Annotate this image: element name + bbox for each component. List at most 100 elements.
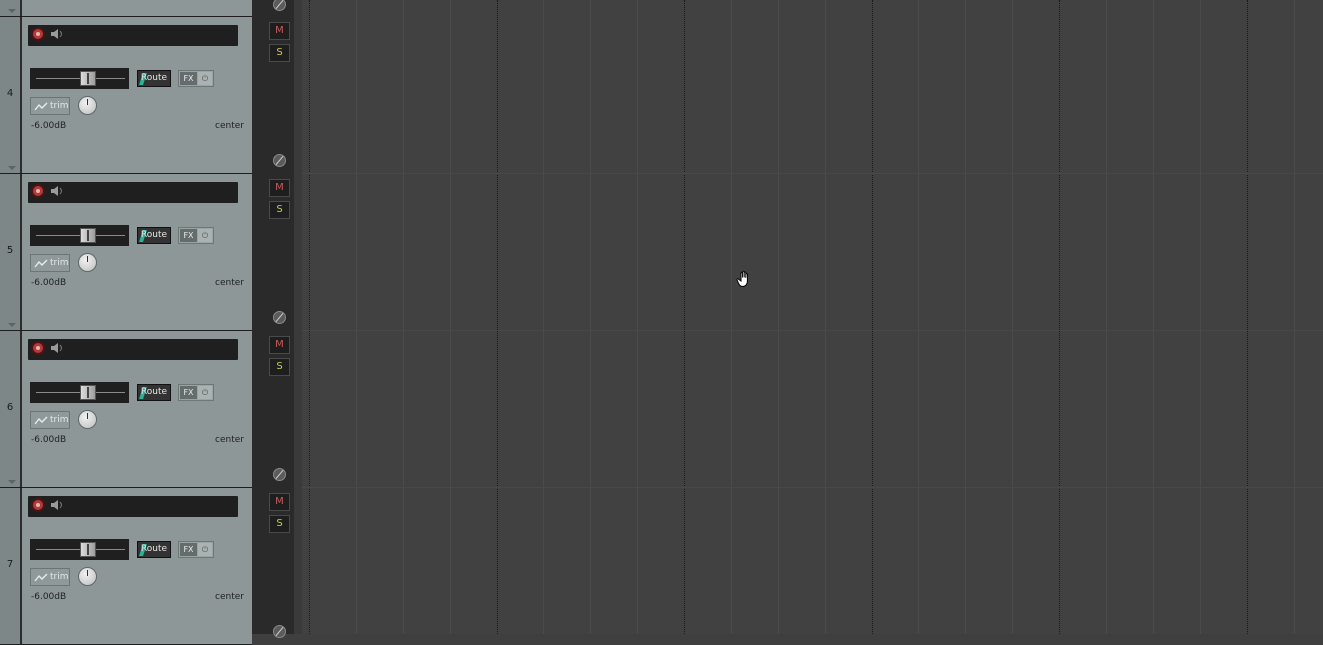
speaker-icon[interactable] <box>50 342 64 354</box>
track-separator-line <box>302 173 1323 174</box>
grid-line <box>637 0 638 634</box>
envelope-icon <box>34 416 48 425</box>
volume-fader[interactable] <box>30 539 129 560</box>
mute-button-track-5[interactable]: M <box>269 179 290 197</box>
envelope-icon <box>34 259 48 268</box>
track-number: 6 <box>6 402 14 413</box>
grid-line <box>684 0 685 634</box>
hand-cursor-icon <box>736 270 748 288</box>
fx-button[interactable]: FX ⏻ <box>178 70 214 87</box>
power-icon[interactable]: ⏻ <box>198 229 212 242</box>
track-7[interactable]: 7 Route FX ⏻ trim -6.00dB center <box>0 488 252 645</box>
route-button[interactable]: Route <box>137 227 171 244</box>
folder-toggle-icon[interactable] <box>8 480 16 484</box>
grid-line <box>543 0 544 634</box>
speaker-icon[interactable] <box>50 185 64 197</box>
solo-button-track-6[interactable]: S <box>269 358 290 376</box>
grid-line <box>1059 0 1060 634</box>
grid-line <box>356 0 357 634</box>
pan-knob[interactable] <box>78 96 97 115</box>
fader-handle[interactable] <box>80 385 96 400</box>
grid-line <box>918 0 919 634</box>
folder-toggle-icon[interactable] <box>8 9 16 13</box>
route-button[interactable]: Route <box>137 384 171 401</box>
pan-readout: center <box>215 592 244 602</box>
pan-knob[interactable] <box>78 253 97 272</box>
record-arm-icon[interactable] <box>31 341 45 355</box>
folder-toggle-icon[interactable] <box>8 166 16 170</box>
track-4[interactable]: 4 Route FX ⏻ trim -6.00dB center <box>0 17 252 174</box>
grid-line <box>1106 0 1107 634</box>
speaker-icon[interactable] <box>50 28 64 40</box>
volume-fader[interactable] <box>30 382 129 403</box>
volume-readout: -6.00dB <box>31 121 67 131</box>
grid-line <box>965 0 966 634</box>
pan-knob[interactable] <box>78 567 97 586</box>
track-5[interactable]: 5 Route FX ⏻ trim -6.00dB center <box>0 174 252 331</box>
track-6[interactable]: 6 Route FX ⏻ trim -6.00dB center <box>0 331 252 488</box>
phase-invert-icon[interactable] <box>273 625 286 638</box>
track-header-partial[interactable] <box>0 0 252 17</box>
track-number-column <box>0 0 22 16</box>
solo-button-track-4[interactable]: S <box>269 44 290 62</box>
grid-line <box>825 0 826 634</box>
grid-line <box>497 0 498 634</box>
track-number-column: 6 <box>0 331 22 487</box>
envelope-icon <box>34 102 48 111</box>
fx-button[interactable]: FX ⏻ <box>178 384 214 401</box>
automation-mode-button[interactable]: trim <box>30 411 70 429</box>
fx-button[interactable]: FX ⏻ <box>178 227 214 244</box>
solo-button-track-5[interactable]: S <box>269 201 290 219</box>
track-number: 5 <box>6 245 14 256</box>
arrange-view[interactable] <box>302 0 1323 634</box>
grid-line <box>1153 0 1154 634</box>
envelope-icon <box>34 573 48 582</box>
grid-line <box>1012 0 1013 634</box>
phase-invert-icon[interactable] <box>273 468 286 481</box>
grid-line <box>731 0 732 634</box>
panel-divider[interactable] <box>294 0 302 634</box>
route-button[interactable]: Route <box>137 541 171 558</box>
track-number-column: 5 <box>0 174 22 330</box>
folder-toggle-icon[interactable] <box>8 323 16 327</box>
power-icon[interactable]: ⏻ <box>198 72 212 85</box>
grid-line <box>1200 0 1201 634</box>
track-number: 7 <box>6 559 14 570</box>
track-separator-line <box>302 330 1323 331</box>
power-icon[interactable]: ⏻ <box>198 543 212 556</box>
power-icon[interactable]: ⏻ <box>198 386 212 399</box>
fader-handle[interactable] <box>80 71 96 86</box>
volume-readout: -6.00dB <box>31 278 67 288</box>
track-number-column: 4 <box>0 17 22 173</box>
volume-fader[interactable] <box>30 225 129 246</box>
fx-button[interactable]: FX ⏻ <box>178 541 214 558</box>
mute-button-track-4[interactable]: M <box>269 22 290 40</box>
automation-mode-button[interactable]: trim <box>30 568 70 586</box>
record-arm-icon[interactable] <box>31 498 45 512</box>
mute-button-track-6[interactable]: M <box>269 336 290 354</box>
volume-readout: -6.00dB <box>31 435 67 445</box>
pan-readout: center <box>215 278 244 288</box>
automation-mode-button[interactable]: trim <box>30 97 70 115</box>
route-button[interactable]: Route <box>137 70 171 87</box>
speaker-icon[interactable] <box>50 499 64 511</box>
phase-invert-icon[interactable] <box>273 311 286 324</box>
record-arm-icon[interactable] <box>31 184 45 198</box>
fx-label: FX <box>180 72 197 85</box>
fader-handle[interactable] <box>80 228 96 243</box>
volume-readout: -6.00dB <box>31 592 67 602</box>
grid-line <box>778 0 779 634</box>
record-arm-icon[interactable] <box>31 27 45 41</box>
grid-line <box>1294 0 1295 634</box>
phase-invert-icon[interactable] <box>273 154 286 167</box>
volume-fader[interactable] <box>30 68 129 89</box>
solo-button-track-7[interactable]: S <box>269 515 290 533</box>
fx-label: FX <box>180 229 197 242</box>
fx-label: FX <box>180 386 197 399</box>
mute-button-track-7[interactable]: M <box>269 493 290 511</box>
grid-line <box>1247 0 1248 634</box>
automation-mode-button[interactable]: trim <box>30 254 70 272</box>
grid-line <box>872 0 873 634</box>
fader-handle[interactable] <box>80 542 96 557</box>
pan-knob[interactable] <box>78 410 97 429</box>
